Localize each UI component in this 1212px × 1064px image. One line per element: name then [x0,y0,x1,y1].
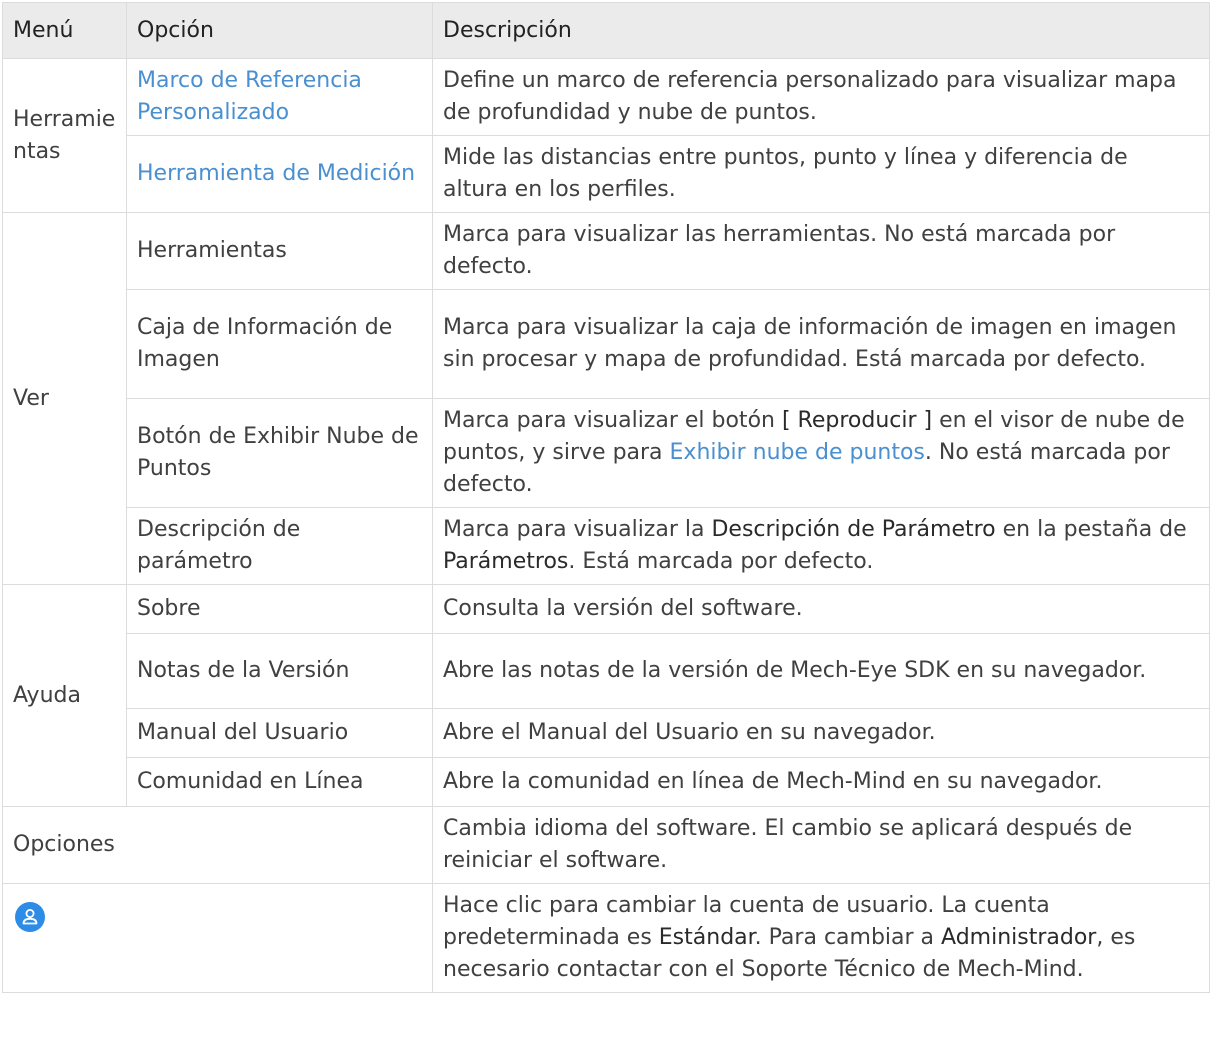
option-cell: Caja de Información de Imagen [126,289,433,399]
table-row: Manual del Usuario Abre el Manual del Us… [3,708,1210,758]
description-cell: Define un marco de referencia personaliz… [432,58,1210,136]
description-cell: Mide las distancias entre puntos, punto … [432,135,1210,213]
description-cell: Cambia idioma del software. El cambio se… [432,806,1210,884]
description-cell: Abre la comunidad en línea de Mech-Mind … [432,757,1210,807]
option-cell[interactable]: Marco de Referencia Personalizado [126,58,433,136]
administrador-label: Administrador [941,925,1097,950]
option-cell: Sobre [126,584,433,634]
desc-text: Marca para visualizar la [443,517,712,542]
option-cell: Descripción de parámetro [126,507,433,585]
desc-text: . Para cambiar a [754,925,942,950]
desc-text: . Está marcada por defecto. [568,549,874,574]
desc-text: en la pestaña de [995,517,1187,542]
description-cell: Consulta la versión del software. [432,584,1210,634]
option-cell: Notas de la Versión [126,633,433,709]
description-cell: Hace clic para cambiar la cuenta de usua… [432,883,1210,993]
option-cell[interactable]: Herramienta de Medición [126,135,433,213]
table-row: Hace clic para cambiar la cuenta de usua… [2,883,1210,993]
header-menu: Menú [2,2,127,59]
table-row: Opciones Cambia idioma del software. El … [2,806,1210,884]
table-row: Botón de Exhibir Nube de Puntos Marca pa… [3,398,1210,508]
description-cell: Marca para visualizar las herramientas. … [432,212,1210,290]
description-cell: Marca para visualizar la Descripción de … [432,507,1210,585]
table-row: Herramie ntas Marco de Referencia Person… [2,58,1210,213]
table-row: Ayuda Sobre Consulta la versión del soft… [2,584,1210,807]
option-cell: Comunidad en Línea [126,757,433,807]
description-cell: Marca para visualizar la caja de informa… [432,289,1210,399]
header-option: Opción [126,2,433,59]
option-cell: Botón de Exhibir Nube de Puntos [126,398,433,508]
table-row: Comunidad en Línea Abre la comunidad en … [3,757,1210,807]
menu-cell-ver: Ver [2,212,127,585]
menu-cell-opciones: Opciones [2,806,433,884]
user-account-icon[interactable] [15,902,45,932]
menu-cell-herramientas: Herramie ntas [2,58,127,213]
menu-table: Menú Opción Descripción Herramie ntas Ma… [2,2,1210,993]
option-cell: Herramientas [126,212,433,290]
menu-cell-ayuda: Ayuda [2,584,127,807]
estandar-label: Estándar [658,925,755,950]
option-cell: Manual del Usuario [126,708,433,758]
table-row: Herramienta de Medición Mide las distanc… [3,135,1210,213]
table-row: Ver Herramientas Marca para visualizar l… [2,212,1210,585]
menu-label-herramientas: Herramie ntas [13,106,116,164]
table-row: Descripción de parámetro Marca para visu… [3,507,1210,585]
desc-text: Marca para visualizar el botón [443,408,782,433]
parametros-tab-label: Parámetros [443,549,569,574]
menu-cell-account [2,883,433,993]
exhibir-nube-link[interactable]: Exhibir nube de puntos [670,440,925,465]
marco-referencia-link[interactable]: Marco de Referencia Personalizado [137,68,362,125]
description-cell: Abre el Manual del Usuario en su navegad… [432,708,1210,758]
table-header-row: Menú Opción Descripción [2,2,1210,59]
reproducir-button-label: [ Reproducir ] [781,408,933,433]
table-row: Caja de Información de Imagen Marca para… [3,289,1210,399]
herramienta-medicion-link[interactable]: Herramienta de Medición [137,161,415,186]
descripcion-parametro-label: Descripción de Parámetro [711,517,996,542]
description-cell: Abre las notas de la versión de Mech-Eye… [432,633,1210,709]
description-cell: Marca para visualizar el botón [ Reprodu… [432,398,1210,508]
header-description: Descripción [432,2,1210,59]
table-row: Notas de la Versión Abre las notas de la… [3,633,1210,709]
